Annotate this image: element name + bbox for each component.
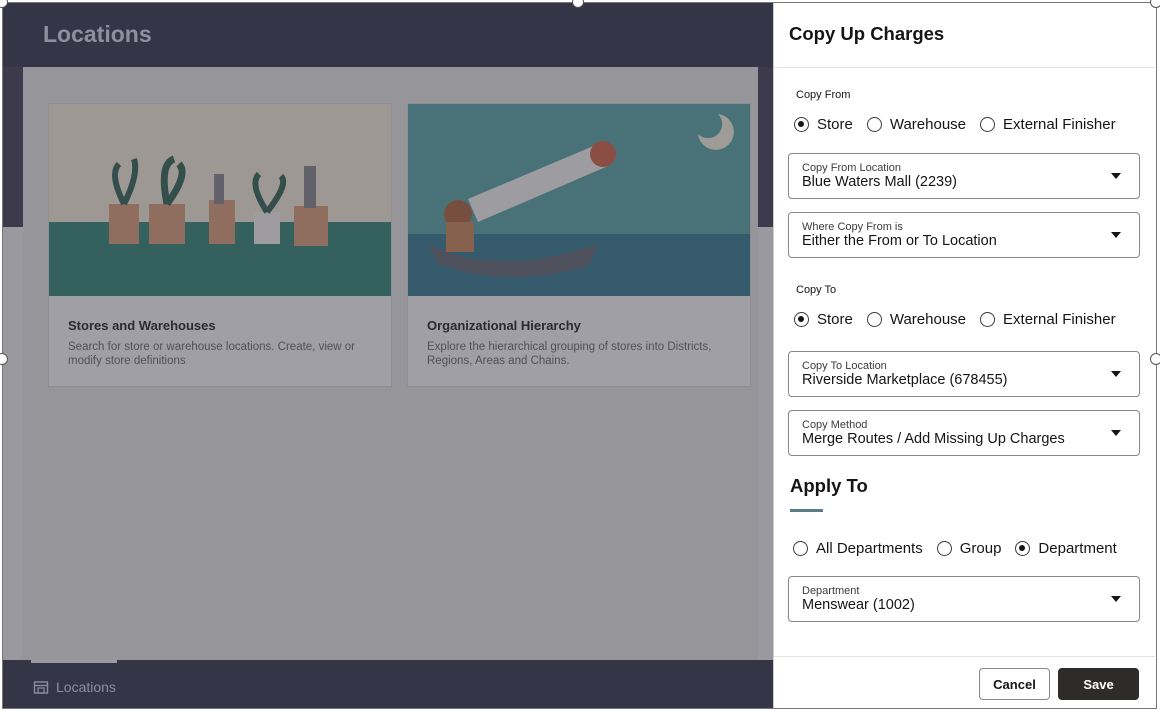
card-description: Explore the hierarchical grouping of sto… [427, 341, 712, 367]
radio-unselected-icon [866, 312, 882, 327]
radio-selected-icon [794, 312, 809, 327]
where-copy-from-select[interactable]: Where Copy From is Either the From or To… [788, 212, 1140, 258]
card-title: Stores and Warehouses [68, 318, 216, 333]
apply-to-radio-group: All Departments Group Department [793, 540, 1131, 557]
all-departments-radio[interactable]: All Departments [793, 540, 923, 557]
caret-down-icon[interactable] [1111, 430, 1121, 436]
background-page: Locations Stores and Warehouses Search f… [3, 3, 773, 709]
field-value: Menswear (1002) [802, 597, 915, 613]
caret-down-icon[interactable] [1111, 232, 1121, 238]
apply-to-heading: Apply To [790, 475, 868, 496]
copy-from-location-select[interactable]: Copy From Location Blue Waters Mall (223… [788, 153, 1140, 199]
cancel-button[interactable]: Cancel [979, 668, 1050, 700]
radio-selected-icon [1015, 541, 1031, 556]
store-icon [33, 681, 49, 694]
caret-down-icon[interactable] [1111, 173, 1121, 179]
group-radio[interactable]: Group [936, 540, 1001, 557]
field-label: Copy From Location [802, 162, 902, 174]
page-footer [3, 660, 773, 709]
card-stores-warehouses[interactable]: Stores and Warehouses Search for store o… [48, 103, 392, 387]
field-label: Department [802, 585, 860, 597]
resize-handle[interactable] [1150, 353, 1160, 365]
department-select[interactable]: Department Menswear (1002) [788, 576, 1140, 622]
footer-locations-link[interactable]: Locations [33, 679, 116, 695]
copy-method-select[interactable]: Copy Method Merge Routes / Add Missing U… [788, 410, 1140, 456]
field-label: Where Copy From is [802, 221, 903, 233]
field-value: Riverside Marketplace (678455) [802, 372, 1008, 388]
caret-down-icon[interactable] [1111, 596, 1121, 602]
copy-from-external-finisher-radio[interactable]: External Finisher [980, 116, 1116, 133]
radio-unselected-icon [980, 117, 996, 132]
copy-from-label: Copy From [796, 89, 851, 101]
caret-down-icon[interactable] [1111, 371, 1121, 377]
copy-to-warehouse-radio[interactable]: Warehouse [866, 311, 966, 328]
footer-link-label: Locations [56, 679, 116, 695]
field-label: Copy Method [802, 419, 868, 431]
copy-from-warehouse-radio[interactable]: Warehouse [866, 116, 966, 133]
radio-unselected-icon [793, 541, 808, 556]
copy-to-store-radio[interactable]: Store [794, 311, 853, 328]
field-value: Either the From or To Location [802, 233, 997, 249]
save-button[interactable]: Save [1058, 668, 1139, 700]
radio-unselected-icon [866, 117, 882, 132]
field-value: Merge Routes / Add Missing Up Charges [802, 431, 1065, 447]
radio-unselected-icon [980, 312, 996, 327]
resize-handle[interactable] [1150, 0, 1160, 8]
copy-from-store-radio[interactable]: Store [794, 116, 853, 133]
footer-tab-indicator [31, 660, 117, 663]
drawer-header: Copy Up Charges [774, 3, 1155, 68]
plants-illustration [49, 104, 391, 296]
telescope-illustration [408, 104, 750, 296]
copy-to-location-select[interactable]: Copy To Location Riverside Marketplace (… [788, 351, 1140, 397]
page-header: Locations [3, 3, 773, 67]
copy-from-radio-group: Store Warehouse External Finisher [794, 116, 1130, 133]
department-radio[interactable]: Department [1015, 540, 1117, 557]
copy-to-radio-group: Store Warehouse External Finisher [794, 311, 1130, 328]
radio-selected-icon [794, 117, 809, 132]
card-description: Search for store or warehouse locations.… [68, 341, 355, 367]
copy-up-charges-drawer: Copy Up Charges Copy From Store Warehous… [773, 3, 1155, 709]
apply-to-underline [790, 509, 823, 512]
card-organizational-hierarchy[interactable]: Organizational Hierarchy Explore the hie… [407, 103, 751, 387]
drawer-title: Copy Up Charges [789, 23, 945, 44]
field-label: Copy To Location [802, 360, 887, 372]
copy-to-external-finisher-radio[interactable]: External Finisher [980, 311, 1116, 328]
card-title: Organizational Hierarchy [427, 318, 581, 333]
page-title: Locations [43, 21, 152, 47]
radio-unselected-icon [936, 541, 952, 556]
card-area: Stores and Warehouses Search for store o… [23, 67, 758, 663]
copy-to-label: Copy To [796, 284, 837, 296]
field-value: Blue Waters Mall (2239) [802, 174, 957, 190]
